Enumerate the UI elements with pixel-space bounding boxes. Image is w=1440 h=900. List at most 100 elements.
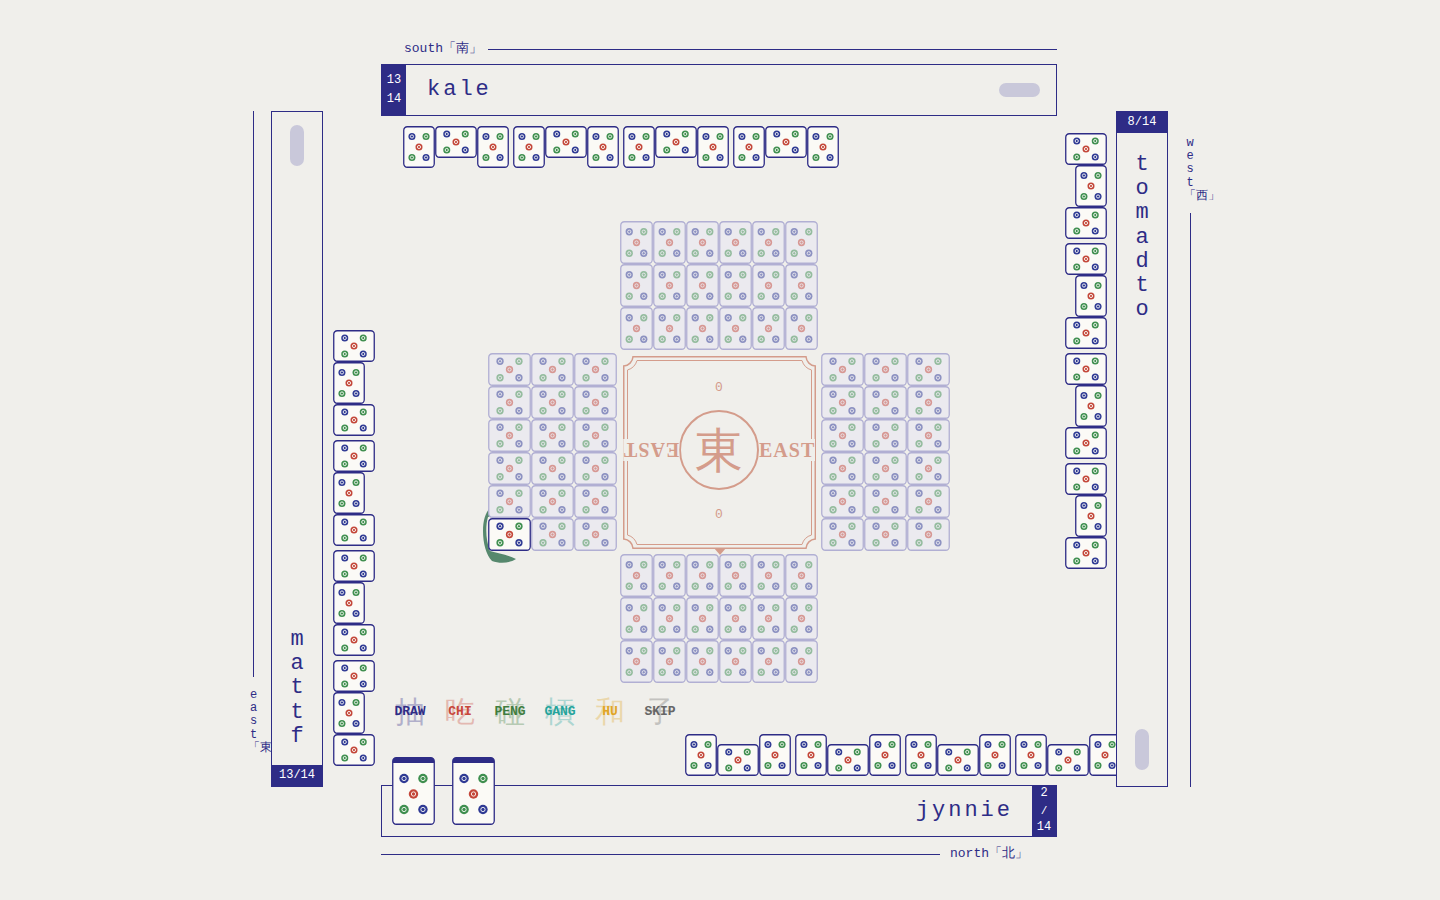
- tile-face: [623, 126, 655, 168]
- dot: [1073, 373, 1080, 380]
- dot: [626, 228, 633, 235]
- wall-tile: [686, 640, 719, 683]
- tile-face: [686, 554, 719, 597]
- tile-body: [980, 735, 1011, 776]
- tile-body: [1066, 354, 1107, 385]
- wall-tile: [907, 452, 950, 485]
- action-button[interactable]: 槓GANG: [535, 695, 585, 729]
- dot: [626, 583, 633, 590]
- dot: [672, 138, 679, 145]
- tile-body: [865, 519, 907, 551]
- dot: [765, 658, 772, 665]
- dot: [765, 239, 772, 246]
- tile-face: [531, 485, 574, 518]
- dot: [601, 407, 608, 414]
- hand-tile[interactable]: [452, 757, 495, 825]
- wall-tile: [686, 264, 719, 307]
- action-button[interactable]: 吃CHI: [435, 695, 485, 729]
- dot: [881, 751, 888, 758]
- dot: [601, 374, 608, 381]
- dot: [925, 498, 932, 505]
- tile-body: [334, 405, 375, 436]
- wall-tile: [488, 353, 531, 386]
- dot: [772, 604, 779, 611]
- dot: [915, 506, 922, 513]
- dot: [765, 282, 772, 289]
- dot: [341, 738, 348, 745]
- dot: [489, 143, 496, 150]
- tile-body: [532, 354, 574, 386]
- dot: [758, 626, 765, 633]
- tile-body: [786, 598, 818, 640]
- dot: [582, 506, 589, 513]
- tile-body: [687, 222, 719, 264]
- dot: [1101, 751, 1108, 758]
- wall-tile: [907, 353, 950, 386]
- action-label: CHI: [448, 704, 471, 720]
- tile-face: [333, 404, 375, 436]
- dot: [739, 583, 746, 590]
- hand-tile[interactable]: [392, 757, 435, 825]
- tile-face: [821, 518, 864, 551]
- tile-body: [822, 420, 864, 452]
- tile-body: [489, 420, 531, 452]
- dot: [690, 741, 697, 748]
- wall-section: [620, 221, 818, 350]
- meld-tile: [1075, 165, 1107, 207]
- dot: [1080, 282, 1087, 289]
- dot: [462, 146, 469, 153]
- meld: [795, 734, 901, 776]
- dot: [772, 228, 779, 235]
- wall-tile: [488, 452, 531, 485]
- dot: [553, 146, 560, 153]
- meld-tile: [333, 660, 375, 692]
- dot: [1082, 219, 1089, 226]
- dot: [496, 539, 503, 546]
- turn-indicator: [999, 83, 1040, 97]
- tile-face: [717, 744, 759, 776]
- dot: [706, 293, 713, 300]
- dot: [1109, 762, 1116, 769]
- dot: [882, 432, 889, 439]
- tile-face: [620, 640, 653, 683]
- dot: [1080, 172, 1087, 179]
- tile-body: [624, 127, 655, 168]
- dot: [1073, 247, 1080, 254]
- seat-name: south「南」: [404, 41, 482, 57]
- dot: [666, 325, 673, 332]
- dot: [848, 473, 855, 480]
- dot: [739, 669, 746, 676]
- dot: [640, 604, 647, 611]
- tile-body: [822, 354, 864, 386]
- dot: [673, 336, 680, 343]
- dot: [805, 669, 812, 676]
- action-button[interactable]: 抽DRAW: [385, 695, 435, 729]
- action-button[interactable]: 和HU: [585, 695, 635, 729]
- dot: [773, 130, 780, 137]
- action-button[interactable]: 子SKIP: [635, 695, 685, 729]
- dot: [539, 407, 546, 414]
- tile-body: [334, 331, 375, 362]
- action-label: PENG: [494, 704, 525, 720]
- tile-face: [864, 518, 907, 551]
- dot: [1092, 483, 1099, 490]
- tile-body: [654, 598, 686, 640]
- action-button[interactable]: 碰PENG: [485, 695, 535, 729]
- wall-tile: [907, 518, 950, 551]
- dot: [482, 133, 489, 140]
- dot: [725, 336, 732, 343]
- dot: [891, 457, 898, 464]
- dot: [338, 589, 345, 596]
- dot: [945, 748, 952, 755]
- dot: [772, 583, 779, 590]
- tile-body: [334, 735, 375, 766]
- tile-face: [1065, 427, 1107, 459]
- tile-face: [531, 518, 574, 551]
- tile-body: [865, 354, 907, 386]
- dot: [626, 293, 633, 300]
- tile-face: [1015, 734, 1047, 776]
- dot: [539, 440, 546, 447]
- dot: [839, 432, 846, 439]
- tile-body: [938, 745, 979, 776]
- tile-face: [574, 485, 617, 518]
